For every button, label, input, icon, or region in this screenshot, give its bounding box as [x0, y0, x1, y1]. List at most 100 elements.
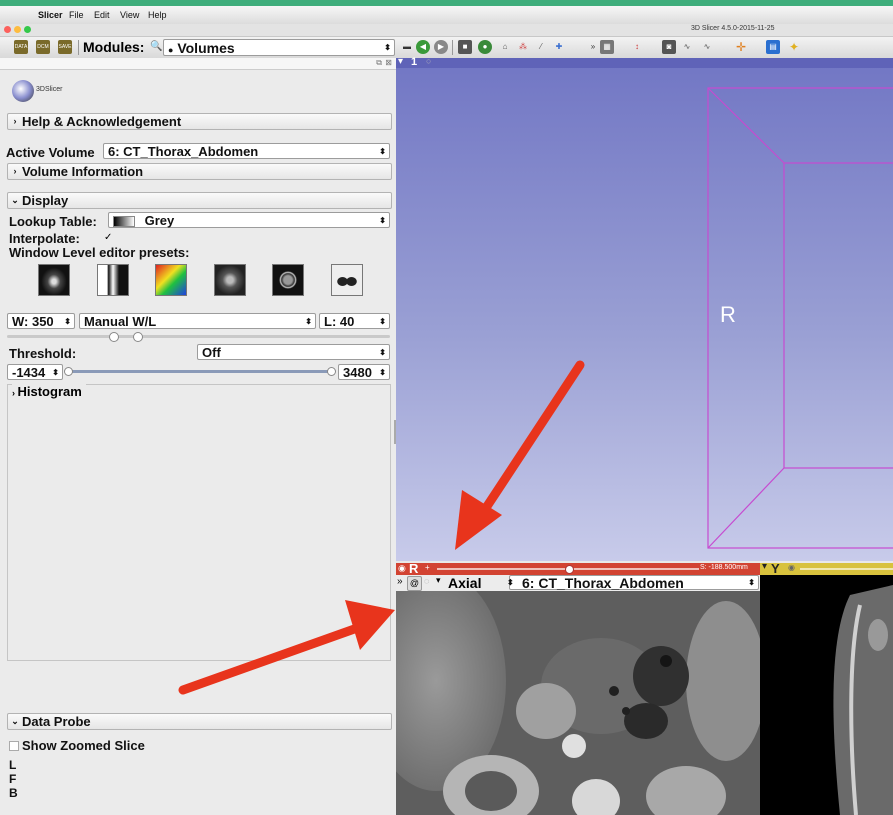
- spin-arrows-icon: ⬍: [64, 317, 71, 326]
- show-zoomed-slice-checkbox[interactable]: [9, 741, 19, 751]
- active-volume-value: 6: CT_Thorax_Abdomen: [108, 144, 259, 159]
- preset-ct-abdomen-thumbnail[interactable]: [214, 264, 246, 296]
- preset-ct-lung-thumbnail[interactable]: [331, 264, 363, 296]
- pin-icon[interactable]: ◉: [398, 563, 406, 574]
- screenshot-icon[interactable]: ◙: [662, 40, 676, 54]
- probe-l-label: L: [9, 758, 17, 772]
- slice-volume-selector[interactable]: ⬍ 6: CT_Thorax_Abdomen ⬍: [507, 575, 759, 590]
- data-probe-section[interactable]: ⌄ Data Probe: [7, 713, 392, 730]
- preset-ct-air-thumbnail[interactable]: [97, 264, 129, 296]
- crosshair-icon[interactable]: ✛: [734, 40, 748, 54]
- yellow-slice-controller-bar: ▾ Y ◉: [760, 561, 893, 576]
- ruler-icon[interactable]: ⁄: [534, 40, 548, 54]
- threshold-max-handle[interactable]: [327, 367, 336, 376]
- active-volume-selector[interactable]: 6: CT_Thorax_Abdomen ⬍: [103, 143, 390, 159]
- histogram-group: › Histogram: [7, 384, 391, 661]
- pin-icon[interactable]: ▾: [762, 561, 767, 572]
- chevron-updown-icon: ⬍: [748, 578, 755, 587]
- lookup-table-label: Lookup Table:: [9, 214, 97, 229]
- forward-module-icon[interactable]: ▶: [434, 40, 448, 54]
- chevron-down-icon[interactable]: ▾: [436, 575, 441, 586]
- python-icon[interactable]: ✦: [787, 40, 801, 54]
- link-icon[interactable]: ◉: [788, 563, 795, 572]
- display-section[interactable]: ⌄ Display: [7, 192, 392, 209]
- chevron-updown-icon: ⬍: [379, 216, 386, 225]
- python-console-icon[interactable]: ▤: [766, 40, 780, 54]
- level-spinbox[interactable]: L: 40 ⬍: [319, 313, 390, 329]
- markups-icon[interactable]: ⁂: [516, 40, 530, 54]
- threshold-mode-selector[interactable]: Off ⬍: [197, 344, 390, 360]
- models-icon[interactable]: ■: [458, 40, 472, 54]
- axial-slice-view[interactable]: [396, 591, 760, 815]
- 3d-view[interactable]: R: [396, 58, 893, 561]
- close-panel-icon[interactable]: ⊠: [385, 58, 392, 67]
- menu-help[interactable]: Help: [148, 10, 167, 20]
- volume-information-section[interactable]: › Volume Information: [7, 163, 392, 180]
- zoom-window-button[interactable]: [24, 26, 31, 33]
- transforms-icon[interactable]: ⌂: [498, 40, 512, 54]
- chevron-updown-icon: ⬍: [384, 43, 391, 52]
- window-level-range-slider[interactable]: [7, 332, 390, 342]
- slice-offset-handle[interactable]: [565, 565, 574, 574]
- eye-icon[interactable]: ◌: [424, 576, 429, 586]
- back-module-icon[interactable]: ◀: [416, 40, 430, 54]
- window-spinbox[interactable]: W: 350 ⬍: [7, 313, 75, 329]
- histogram-collapsible[interactable]: › Histogram: [12, 384, 86, 399]
- menu-file[interactable]: File: [69, 10, 84, 20]
- lookup-table-selector[interactable]: Grey ⬍: [108, 212, 390, 228]
- threshold-min-handle[interactable]: [64, 367, 73, 376]
- help-acknowledgement-section[interactable]: › Help & Acknowledgement: [7, 113, 392, 130]
- range-min-spinbox[interactable]: -1434 ⬍: [7, 364, 63, 380]
- minimize-window-button[interactable]: [14, 26, 21, 33]
- extensions-icon[interactable]: ✚: [552, 40, 566, 54]
- range-max-value: 3480: [343, 365, 372, 380]
- window-title: 3D Slicer 4.5.0-2015-11-25: [691, 25, 775, 32]
- red-slice-controller-bar: ◉ R + S: -188.500mm: [396, 561, 760, 576]
- link-icon[interactable]: +: [425, 563, 430, 572]
- segment-icon[interactable]: ●: [478, 40, 492, 54]
- red-slice-label: R: [409, 561, 419, 576]
- crosshair-link-icon[interactable]: ∿: [680, 40, 694, 54]
- load-dicom-icon[interactable]: DCM: [36, 40, 50, 54]
- link-icon[interactable]: ○: [426, 56, 431, 66]
- range-max-spinbox[interactable]: 3480 ⬍: [338, 364, 390, 380]
- slice-visibility-icon[interactable]: @: [407, 576, 422, 591]
- slice-offset-slider[interactable]: [437, 565, 699, 574]
- module-panel-header: ⧉ ⊠: [0, 58, 396, 70]
- window-min-handle[interactable]: [109, 332, 119, 342]
- menu-view[interactable]: View: [120, 10, 139, 20]
- window-value: W: 350: [12, 314, 54, 329]
- module-panel: ⧉ ⊠ 3DSlicer › Help & Acknowledgement Act…: [0, 58, 396, 815]
- mouse-mode-icon[interactable]: ↕: [630, 40, 644, 54]
- section-title: Help & Acknowledgement: [22, 114, 182, 129]
- preset-pet-thumbnail[interactable]: [155, 264, 187, 296]
- orientation-selector[interactable]: Axial: [448, 575, 481, 591]
- yellow-slice-offset-slider[interactable]: [800, 568, 893, 570]
- crosshair-toggle-icon[interactable]: ∿: [700, 40, 714, 54]
- save-data-icon[interactable]: SAVE: [58, 40, 72, 54]
- active-volume-label: Active Volume: [6, 145, 95, 160]
- preset-ct-brain-thumbnail[interactable]: [272, 264, 304, 296]
- module-history-icon[interactable]: ▬: [400, 40, 414, 54]
- wl-mode-value: Manual W/L: [84, 314, 157, 329]
- module-selector[interactable]: ● Volumes ⬍: [163, 39, 395, 56]
- menu-app-name[interactable]: Slicer: [38, 10, 63, 20]
- window-level-mode-selector[interactable]: Manual W/L ⬍: [79, 313, 316, 329]
- threshold-range-slider[interactable]: [64, 367, 336, 376]
- sagittal-slice-view[interactable]: [760, 575, 893, 815]
- module-search-icon[interactable]: 🔍: [150, 41, 162, 52]
- load-data-icon[interactable]: DATA: [14, 40, 28, 54]
- expand-controls-icon[interactable]: »: [397, 576, 403, 587]
- expand-arrow-icon: ›: [13, 166, 17, 176]
- close-window-button[interactable]: [4, 26, 11, 33]
- more-tools-icon[interactable]: »: [586, 40, 600, 54]
- layout-icon[interactable]: ▦: [600, 40, 614, 54]
- window-max-handle[interactable]: [133, 332, 143, 342]
- float-panel-icon[interactable]: ⧉: [376, 58, 382, 68]
- chevron-updown-icon: ⬍: [379, 348, 386, 357]
- interpolate-checkbox[interactable]: ✓: [104, 232, 112, 243]
- menu-edit[interactable]: Edit: [94, 10, 110, 20]
- pin-icon[interactable]: ▾: [398, 56, 403, 67]
- threshold-label: Threshold:: [9, 346, 77, 361]
- preset-ct-bone-thumbnail[interactable]: [38, 264, 70, 296]
